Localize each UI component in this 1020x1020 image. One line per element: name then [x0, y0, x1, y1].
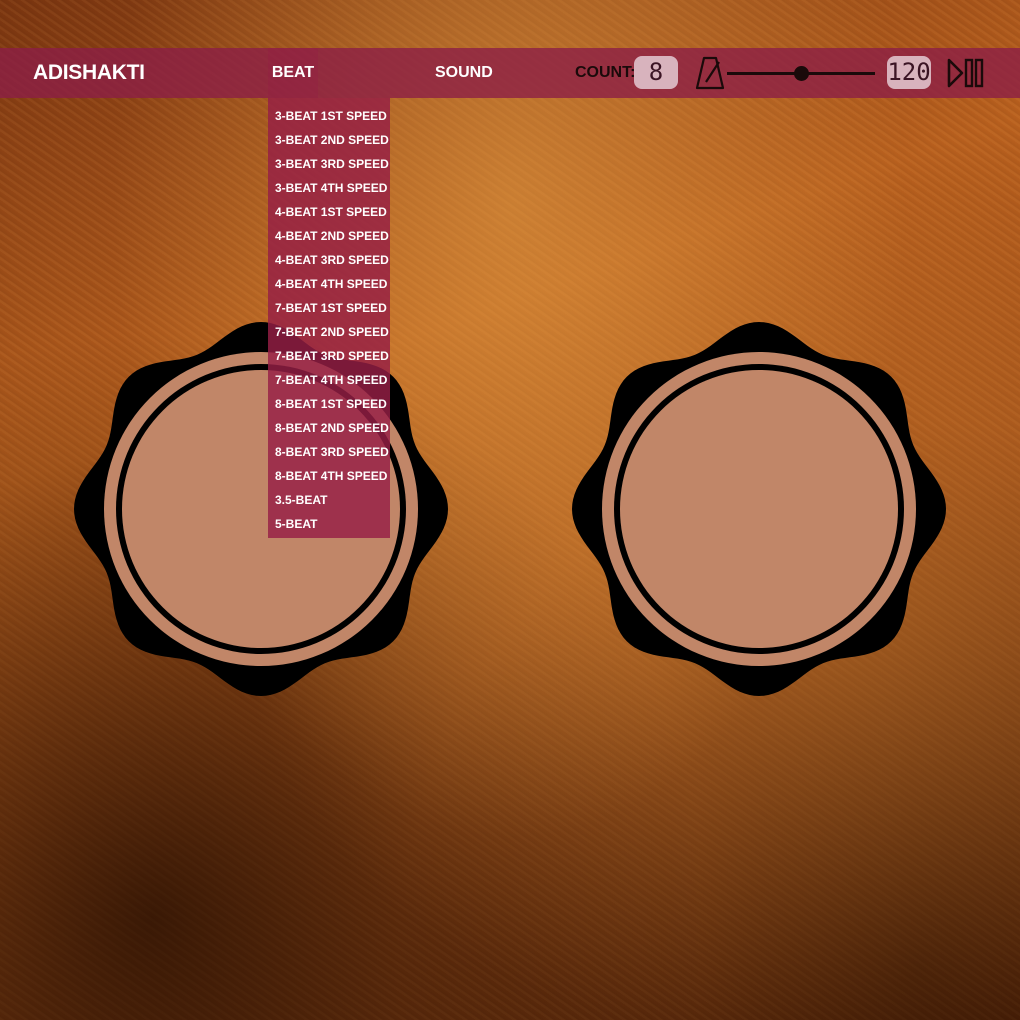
beat-option[interactable]: 3-BEAT 2ND SPEED [268, 128, 390, 152]
top-navbar: ADISHAKTI BEAT SOUND COUNT: 8 120 [0, 48, 1020, 98]
beat-option[interactable]: 7-BEAT 3RD SPEED [268, 344, 390, 368]
beat-option[interactable]: 8-BEAT 3RD SPEED [268, 440, 390, 464]
beat-dropdown-menu: 3-BEAT 1ST SPEED 3-BEAT 2ND SPEED 3-BEAT… [268, 98, 390, 538]
beat-option[interactable]: 3-BEAT 1ST SPEED [268, 104, 390, 128]
bpm-display: 120 [887, 56, 931, 89]
count-display[interactable]: 8 [634, 56, 678, 89]
app-brand: ADISHAKTI [33, 61, 145, 84]
beat-option[interactable]: 4-BEAT 1ST SPEED [268, 200, 390, 224]
beat-option[interactable]: 7-BEAT 1ST SPEED [268, 296, 390, 320]
beat-option[interactable]: 7-BEAT 2ND SPEED [268, 320, 390, 344]
metronome-icon[interactable] [695, 56, 725, 90]
beat-menu-button[interactable]: BEAT [268, 48, 318, 98]
beat-option[interactable]: 5-BEAT [268, 512, 390, 536]
count-label: COUNT: [575, 64, 636, 81]
play-pause-icon[interactable] [946, 56, 986, 90]
beat-option[interactable]: 8-BEAT 4TH SPEED [268, 464, 390, 488]
beat-option[interactable]: 3.5-BEAT [268, 488, 390, 512]
beat-option[interactable]: 7-BEAT 4TH SPEED [268, 368, 390, 392]
beat-option[interactable]: 3-BEAT 4TH SPEED [268, 176, 390, 200]
sound-menu-button[interactable]: SOUND [435, 48, 493, 98]
beat-option[interactable]: 4-BEAT 2ND SPEED [268, 224, 390, 248]
left-drum-pad[interactable] [74, 322, 448, 696]
beat-option[interactable]: 4-BEAT 4TH SPEED [268, 272, 390, 296]
tempo-slider[interactable] [727, 66, 875, 81]
beat-option[interactable]: 3-BEAT 3RD SPEED [268, 152, 390, 176]
beat-option[interactable]: 8-BEAT 2ND SPEED [268, 416, 390, 440]
right-drum-pad[interactable] [572, 322, 946, 696]
beat-option[interactable]: 8-BEAT 1ST SPEED [268, 392, 390, 416]
tempo-slider-knob[interactable] [793, 66, 809, 81]
beat-option[interactable]: 4-BEAT 3RD SPEED [268, 248, 390, 272]
